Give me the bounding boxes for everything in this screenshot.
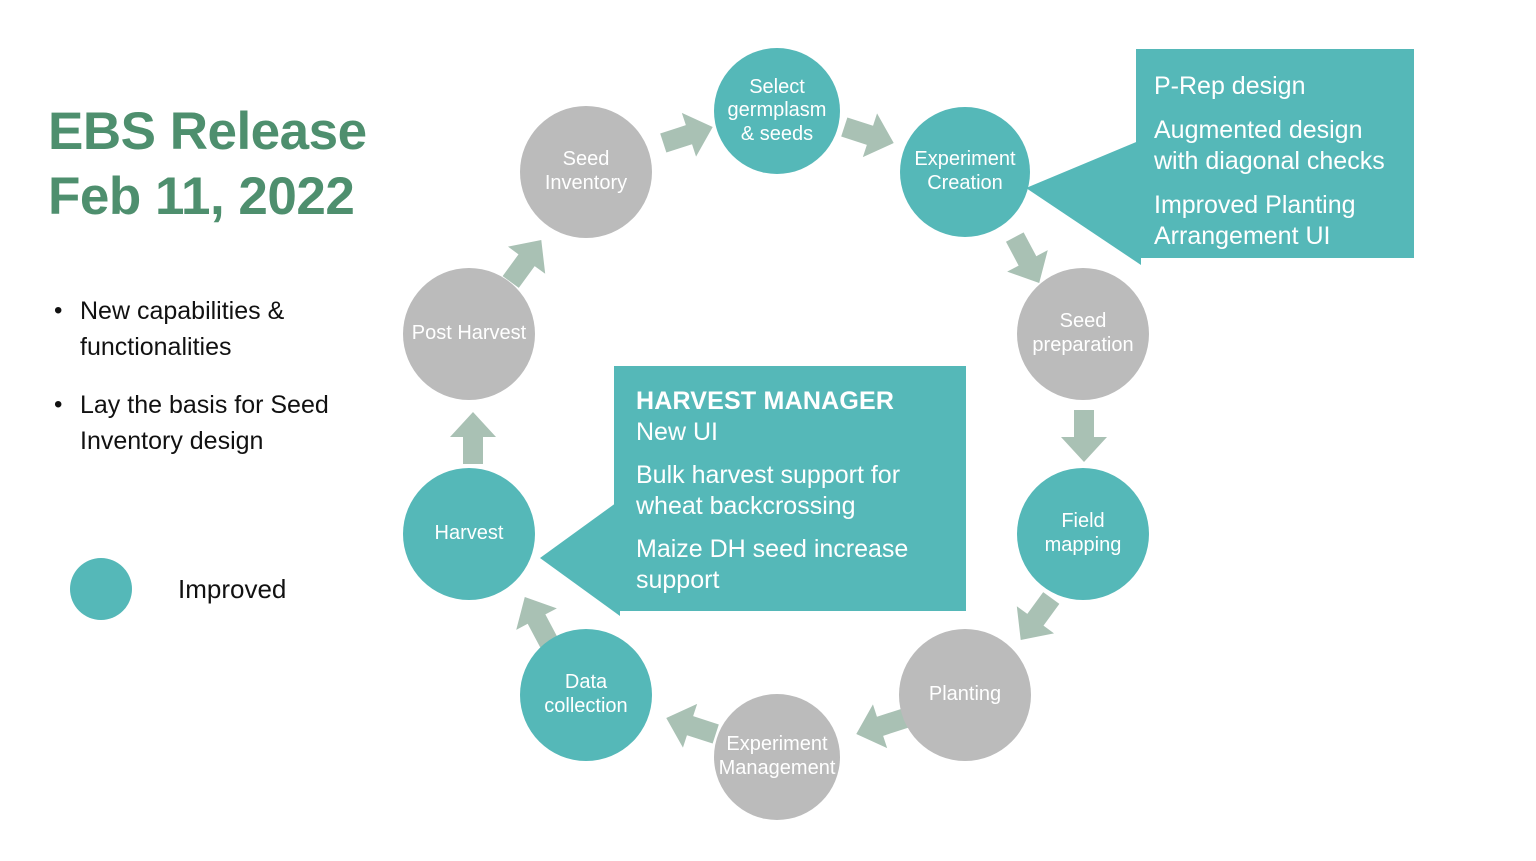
slide-canvas: EBS Release Feb 11, 2022 • New capabilit… xyxy=(0,0,1536,861)
cycle-node-label: Experiment Creation xyxy=(914,148,1016,194)
callout-line: New UI xyxy=(636,418,718,446)
cycle-node-label: Planting xyxy=(928,683,1002,706)
bullet-marker-icon: • xyxy=(54,391,63,418)
arrow-seed-inventory-to-select-icon xyxy=(656,105,720,165)
cycle-node-label: Post Harvest xyxy=(411,322,527,345)
bullet-text: Lay the basis for Seed Inventory design xyxy=(80,391,329,455)
page-title: EBS Release Feb 11, 2022 xyxy=(48,100,478,229)
cycle-node-select-germplasm[interactable]: Select germplasm & seeds xyxy=(714,48,840,174)
callout-harvest-manager: HARVEST MANAGER New UI Bulk harvest supp… xyxy=(614,366,966,611)
list-item: • New capabilities & functionalities xyxy=(48,293,428,365)
callout-harvest-manager-tail-icon xyxy=(540,500,620,616)
cycle-node-seed-inventory[interactable]: Seed Inventory xyxy=(520,106,652,238)
callout-line: P-Rep design xyxy=(1154,72,1306,100)
callout-line: Bulk harvest support for wheat backcross… xyxy=(636,461,901,520)
cycle-node-label: Field mapping xyxy=(1044,510,1122,556)
arrow-seed-prep-to-field-mapping-icon xyxy=(1061,410,1107,462)
bullet-list: • New capabilities & functionalities • L… xyxy=(48,293,428,481)
cycle-node-experiment-creation[interactable]: Experiment Creation xyxy=(900,107,1030,237)
cycle-node-harvest[interactable]: Harvest xyxy=(403,468,535,600)
callout-heading: HARVEST MANAGER xyxy=(636,387,895,415)
cycle-node-label: Select germplasm & seeds xyxy=(727,75,827,145)
callout-line: Maize DH seed increase support xyxy=(636,535,909,594)
legend-swatch-improved-icon xyxy=(70,558,132,620)
cycle-node-label: Seed Inventory xyxy=(544,148,628,194)
cycle-node-label: Experiment Management xyxy=(718,733,836,779)
callout-line: Improved Planting Arrangement UI xyxy=(1154,191,1356,250)
callout-experiment-creation-tail-icon xyxy=(1026,140,1141,265)
arrow-select-to-experiment-creation-icon xyxy=(837,105,901,165)
cycle-node-experiment-management[interactable]: Experiment Management xyxy=(714,694,840,820)
page-title-line-1: EBS Release xyxy=(48,102,367,161)
bullet-text: New capabilities & functionalities xyxy=(80,297,285,361)
cycle-node-label: Data collection xyxy=(544,671,628,717)
cycle-node-planting[interactable]: Planting xyxy=(899,629,1031,761)
legend-label-improved: Improved xyxy=(178,573,287,604)
callout-experiment-creation: P-Rep design Augmented design with diago… xyxy=(1136,49,1414,258)
cycle-node-seed-preparation[interactable]: Seed preparation xyxy=(1017,268,1149,400)
arrow-harvest-to-post-harvest-icon xyxy=(450,412,496,464)
cycle-node-field-mapping[interactable]: Field mapping xyxy=(1017,468,1149,600)
page-title-line-2: Feb 11, 2022 xyxy=(48,166,355,226)
cycle-node-label: Seed preparation xyxy=(1032,310,1134,356)
cycle-node-label: Harvest xyxy=(434,522,504,545)
cycle-node-post-harvest[interactable]: Post Harvest xyxy=(403,268,535,400)
cycle-node-data-collection[interactable]: Data collection xyxy=(520,629,652,761)
list-item: • Lay the basis for Seed Inventory desig… xyxy=(48,387,428,459)
callout-line: Augmented design with diagonal checks xyxy=(1154,116,1385,175)
bullet-marker-icon: • xyxy=(54,297,63,324)
legend: Improved xyxy=(70,558,286,620)
